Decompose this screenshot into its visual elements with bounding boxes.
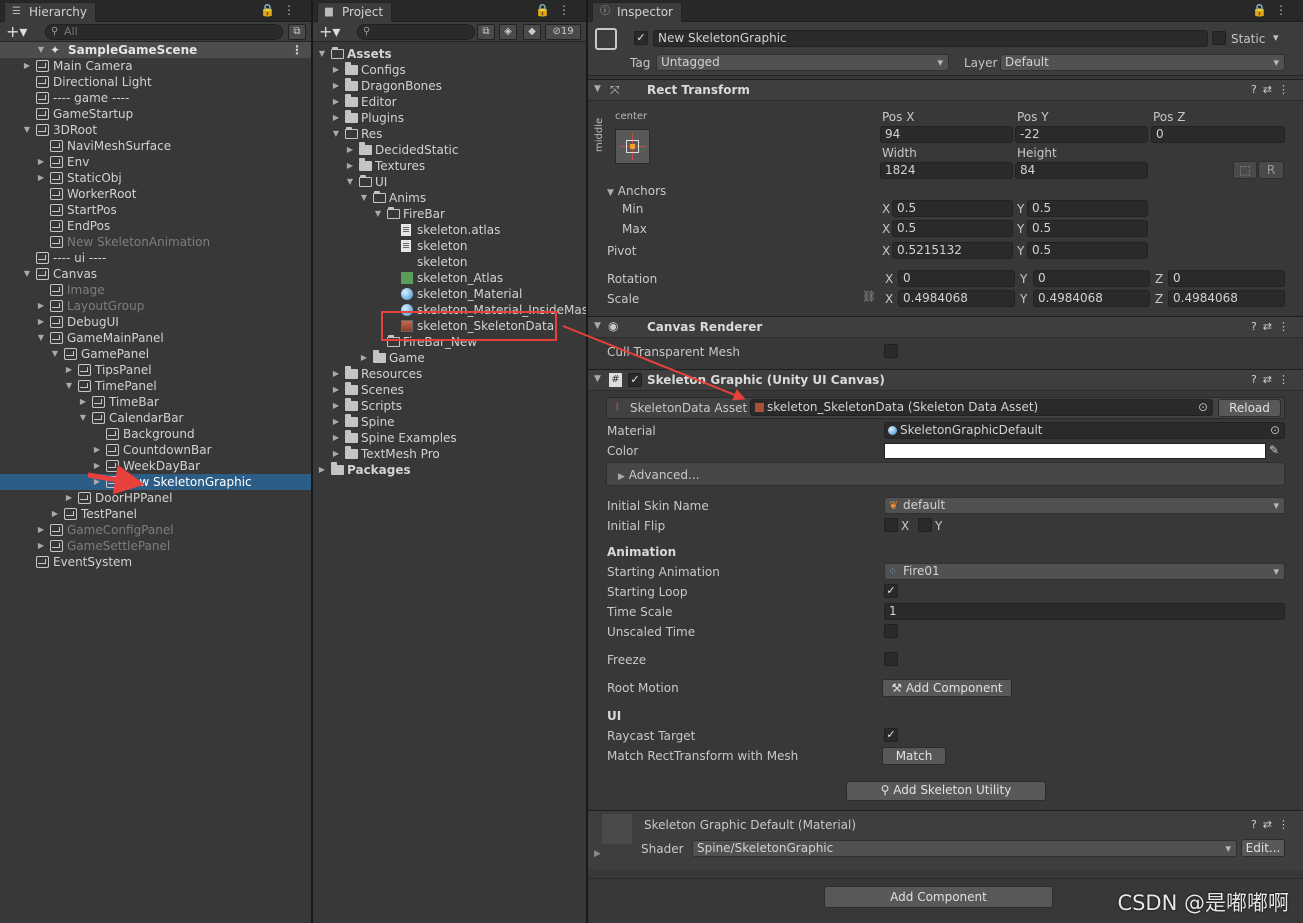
- annotation-arrows: [87, 325, 746, 495]
- watermark: CSDN @是嘟嘟啊: [1117, 891, 1289, 915]
- arrow-to-skeleton-graphic: [87, 464, 145, 495]
- arrow-to-data-asset: [562, 325, 746, 401]
